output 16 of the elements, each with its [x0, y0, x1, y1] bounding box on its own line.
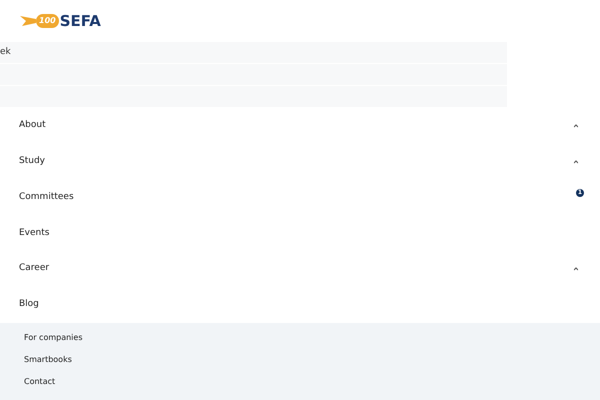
menu-link[interactable]: Smartbooks [24, 354, 72, 366]
logo[interactable]: 100 SEFA [20, 10, 101, 32]
menu-item[interactable]: Study [19, 154, 45, 168]
caret-icon[interactable] [574, 267, 578, 272]
menu-item[interactable]: About [19, 119, 46, 133]
menu-item[interactable]: Events [19, 226, 50, 240]
menu-item[interactable]: Committees [19, 190, 74, 204]
wings-icon [20, 14, 36, 28]
menu-link[interactable]: Contact [24, 376, 56, 388]
caret-icon[interactable] [574, 124, 578, 128]
logo-text: SEFA [60, 14, 101, 28]
row-text: ek [0, 46, 11, 59]
caret-icon[interactable] [574, 160, 578, 164]
menu-link[interactable]: For companies [24, 332, 82, 344]
menu-item[interactable]: Career [19, 262, 50, 276]
menu-item[interactable]: Blog [19, 298, 39, 312]
